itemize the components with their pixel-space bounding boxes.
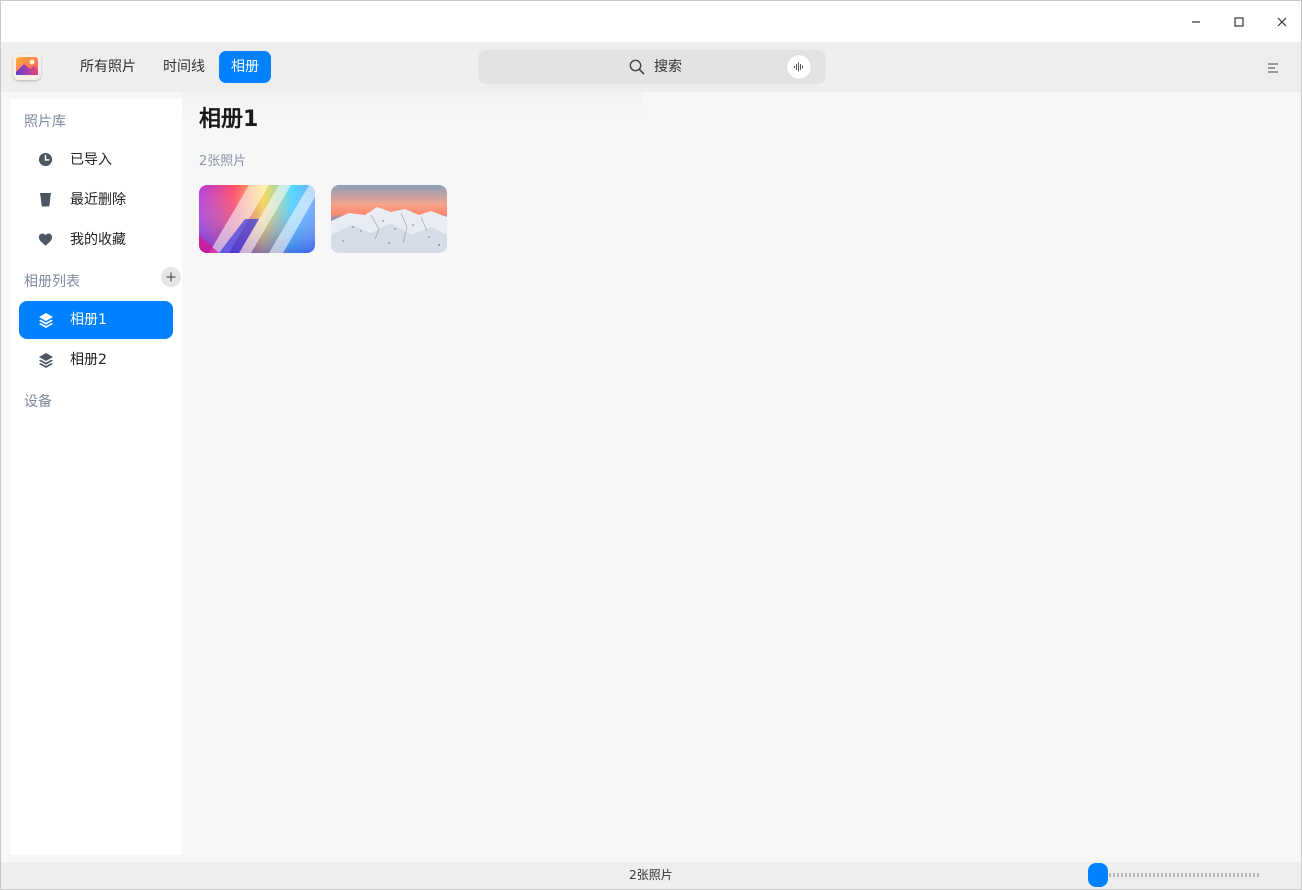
search-placeholder: 搜索 <box>654 59 682 75</box>
colorful-gradient-photo <box>199 185 315 253</box>
sidebar-item-recently-deleted[interactable]: 最近删除 <box>19 181 173 219</box>
heart-icon <box>38 233 53 246</box>
close-icon <box>1277 17 1287 27</box>
sidebar-item-label: 最近删除 <box>70 192 126 208</box>
tab-timeline[interactable]: 时间线 <box>151 51 217 83</box>
toolbar: 所有照片 时间线 相册 搜索 <box>1 42 1301 92</box>
album-title: 相册1 <box>199 107 259 132</box>
tab-all-photos[interactable]: 所有照片 <box>68 51 148 83</box>
layers-icon <box>39 353 53 368</box>
title-bar <box>1 1 1301 42</box>
photo-app-icon <box>13 54 41 80</box>
photo-app-window: 所有照片 时间线 相册 搜索 照片库 已导入 最近删除 我的收藏 相册列表 相册… <box>0 0 1302 890</box>
photo-thumbnail[interactable] <box>199 185 315 253</box>
search-icon <box>629 59 645 75</box>
trash-icon <box>39 192 52 207</box>
sidebar-item-album-2[interactable]: 相册2 <box>19 341 173 379</box>
photo-count: 2张照片 <box>199 154 247 169</box>
zoom-slider-track[interactable] <box>1101 873 1259 877</box>
minimize-button[interactable] <box>1183 9 1209 35</box>
library-section-title: 照片库 <box>24 114 66 130</box>
sidebar-item-imported[interactable]: 已导入 <box>19 141 173 179</box>
search-input[interactable]: 搜索 <box>478 50 826 84</box>
maximize-icon <box>1234 17 1244 27</box>
snowy-mountain-photo <box>331 185 447 253</box>
sidebar-item-album-1[interactable]: 相册1 <box>19 301 173 339</box>
add-album-button[interactable] <box>161 267 181 287</box>
voice-search-button[interactable] <box>787 55 811 79</box>
status-bar: 2张照片 <box>1 862 1301 889</box>
hamburger-menu-icon <box>1268 63 1278 73</box>
sidebar: 照片库 已导入 最近删除 我的收藏 相册列表 相册1 相册2 设备 <box>10 99 182 855</box>
sidebar-item-label: 相册1 <box>70 312 107 328</box>
minimize-icon <box>1192 21 1200 23</box>
tab-albums[interactable]: 相册 <box>219 51 271 83</box>
plus-icon <box>166 272 176 282</box>
devices-section-title: 设备 <box>24 394 52 410</box>
layers-icon <box>39 313 53 328</box>
album-list-section-title: 相册列表 <box>24 274 80 290</box>
voice-icon <box>794 62 803 72</box>
close-button[interactable] <box>1269 9 1295 35</box>
hamburger-menu-button[interactable] <box>1267 59 1279 78</box>
photo-thumbnail[interactable] <box>331 185 447 253</box>
sidebar-item-favorites[interactable]: 我的收藏 <box>19 221 173 259</box>
sidebar-item-label: 相册2 <box>70 352 107 368</box>
sidebar-item-label: 已导入 <box>70 152 112 168</box>
zoom-slider-handle[interactable] <box>1088 863 1108 887</box>
sidebar-item-label: 我的收藏 <box>70 232 126 248</box>
maximize-button[interactable] <box>1226 9 1252 35</box>
clock-icon <box>38 152 53 167</box>
